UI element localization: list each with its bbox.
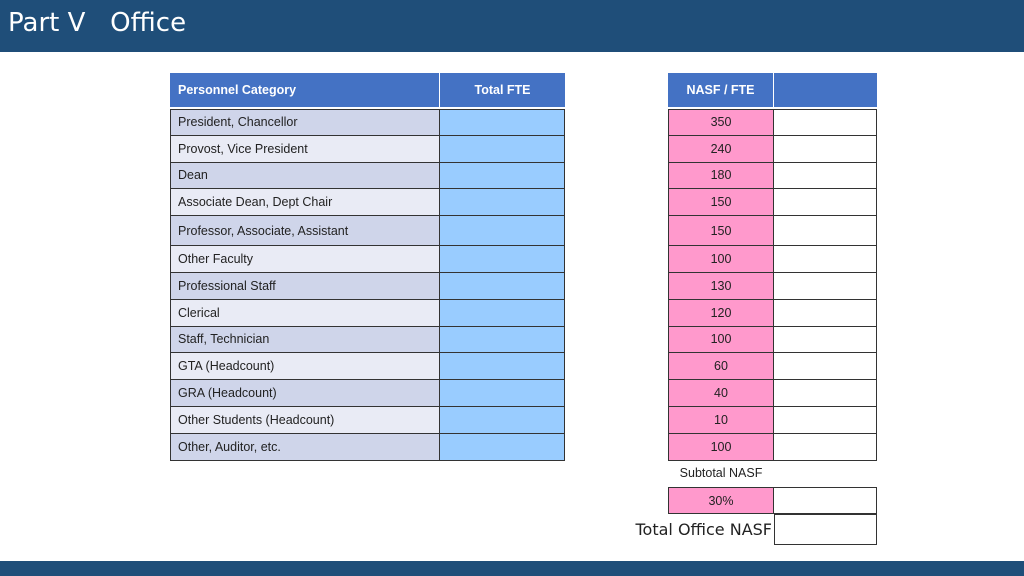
nasf-per-fte-value: 150 xyxy=(669,189,774,216)
personnel-row: GTA (Headcount) xyxy=(170,353,565,381)
nasf-result-input[interactable] xyxy=(774,189,876,216)
personnel-row: Other Faculty xyxy=(170,246,565,273)
nasf-per-fte-value: 130 xyxy=(669,272,774,299)
total-fte-input[interactable] xyxy=(440,433,564,460)
personnel-row: GRA (Headcount) xyxy=(170,380,565,407)
nasf-result-input[interactable] xyxy=(774,110,876,135)
nasf-per-fte-value: 150 xyxy=(669,216,774,246)
personnel-category-cell: Professor, Associate, Assistant xyxy=(171,216,440,246)
page-title: Part V Office xyxy=(8,8,187,38)
nasf-result-input[interactable] xyxy=(774,326,876,353)
nasf-row: 100 xyxy=(668,433,877,461)
nasf-table-header: NASF / FTE xyxy=(668,73,877,107)
personnel-table-body: President, Chancellor Provost, Vice Presi… xyxy=(170,109,565,461)
nasf-per-fte-value: 120 xyxy=(669,299,774,326)
nasf-row: 350 xyxy=(668,109,877,136)
subtotal-nasf-input[interactable] xyxy=(774,488,876,513)
personnel-category-cell: Provost, Vice President xyxy=(171,135,440,162)
nasf-result-input[interactable] xyxy=(774,299,876,326)
personnel-category-cell: Dean xyxy=(171,162,440,189)
total-fte-input[interactable] xyxy=(440,216,564,246)
nasf-table: NASF / FTE 350 240 180 150 150 100 130 120 100 60… xyxy=(668,73,877,461)
nasf-per-fte-value: 180 xyxy=(669,162,774,189)
nasf-result-input[interactable] xyxy=(774,406,876,433)
personnel-row: President, Chancellor xyxy=(170,109,565,136)
nasf-table-body: 350 240 180 150 150 100 130 120 100 60 40 10 100 xyxy=(668,109,877,461)
total-fte-input[interactable] xyxy=(440,406,564,433)
subtotal-nasf-label: Subtotal NASF xyxy=(679,466,763,480)
total-fte-input[interactable] xyxy=(440,299,564,326)
total-fte-input[interactable] xyxy=(440,353,564,380)
personnel-category-cell: Associate Dean, Dept Chair xyxy=(171,189,440,216)
nasf-result-input[interactable] xyxy=(774,353,876,380)
personnel-category-cell: GRA (Headcount) xyxy=(171,380,440,406)
personnel-row: Professional Staff xyxy=(170,272,565,300)
personnel-category-cell: President, Chancellor xyxy=(171,110,440,135)
personnel-row: Professor, Associate, Assistant xyxy=(170,216,565,247)
nasf-row: 100 xyxy=(668,246,877,273)
subtotal-percent-value: 30% xyxy=(669,488,774,513)
total-fte-input[interactable] xyxy=(440,189,564,216)
nasf-per-fte-value: 100 xyxy=(669,433,774,460)
nasf-per-fte-value: 240 xyxy=(669,135,774,162)
personnel-row: Other Students (Headcount) xyxy=(170,406,565,434)
column-header-personnel-category: Personnel Category xyxy=(170,73,440,107)
nasf-per-fte-value: 100 xyxy=(669,326,774,353)
total-office-nasf-input[interactable] xyxy=(774,514,877,545)
title-bar: Part V Office xyxy=(0,0,1024,52)
total-fte-input[interactable] xyxy=(440,272,564,299)
nasf-result-input[interactable] xyxy=(774,162,876,189)
nasf-row: 130 xyxy=(668,272,877,300)
personnel-category-cell: Other Faculty xyxy=(171,246,440,272)
nasf-per-fte-value: 100 xyxy=(669,246,774,272)
nasf-row: 150 xyxy=(668,216,877,247)
personnel-category-cell: Clerical xyxy=(171,299,440,326)
column-header-nasf-per-fte: NASF / FTE xyxy=(668,73,774,107)
personnel-category-cell: Other Students (Headcount) xyxy=(171,406,440,433)
subtotal-percent-row: 30% xyxy=(668,487,877,514)
nasf-row: 10 xyxy=(668,406,877,434)
personnel-category-cell: Professional Staff xyxy=(171,272,440,299)
personnel-row: Dean xyxy=(170,162,565,190)
nasf-result-input[interactable] xyxy=(774,135,876,162)
total-fte-input[interactable] xyxy=(440,162,564,189)
nasf-per-fte-value: 40 xyxy=(669,380,774,406)
personnel-row: Provost, Vice President xyxy=(170,135,565,163)
personnel-row: Associate Dean, Dept Chair xyxy=(170,189,565,217)
nasf-row: 40 xyxy=(668,380,877,407)
nasf-result-input[interactable] xyxy=(774,246,876,272)
total-fte-input[interactable] xyxy=(440,246,564,272)
total-fte-input[interactable] xyxy=(440,135,564,162)
nasf-row: 120 xyxy=(668,299,877,327)
total-fte-input[interactable] xyxy=(440,110,564,135)
personnel-table-header: Personnel Category Total FTE xyxy=(170,73,565,107)
nasf-row: 100 xyxy=(668,326,877,354)
nasf-row: 240 xyxy=(668,135,877,163)
nasf-result-input[interactable] xyxy=(774,272,876,299)
nasf-row: 60 xyxy=(668,353,877,381)
column-header-total-fte: Total FTE xyxy=(474,83,531,97)
personnel-category-cell: GTA (Headcount) xyxy=(171,353,440,380)
nasf-row: 150 xyxy=(668,189,877,217)
nasf-per-fte-value: 60 xyxy=(669,353,774,380)
personnel-row: Clerical xyxy=(170,299,565,327)
nasf-per-fte-value: 10 xyxy=(669,406,774,433)
column-header-nasf-result xyxy=(774,73,877,107)
nasf-result-input[interactable] xyxy=(774,433,876,460)
personnel-row: Other, Auditor, etc. xyxy=(170,433,565,461)
nasf-per-fte-value: 350 xyxy=(669,110,774,135)
total-fte-input[interactable] xyxy=(440,326,564,353)
personnel-category-cell: Staff, Technician xyxy=(171,326,440,353)
footer-bar xyxy=(0,561,1024,576)
nasf-result-input[interactable] xyxy=(774,216,876,246)
nasf-result-input[interactable] xyxy=(774,380,876,406)
total-fte-input[interactable] xyxy=(440,380,564,406)
personnel-category-cell: Other, Auditor, etc. xyxy=(171,433,440,460)
nasf-row: 180 xyxy=(668,162,877,190)
total-office-nasf-label: Total Office NASF xyxy=(635,520,772,539)
personnel-row: Staff, Technician xyxy=(170,326,565,354)
personnel-table: Personnel Category Total FTE President, … xyxy=(170,73,565,461)
